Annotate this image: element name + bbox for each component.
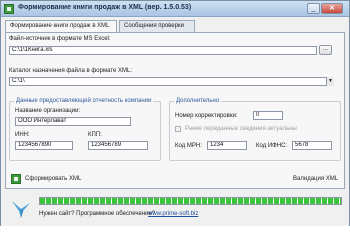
tab-panel: Файл-источник в формате MS Excel: C:\1\1… <box>5 32 345 189</box>
browse-button[interactable]: ... <box>319 45 332 55</box>
site-link[interactable]: www.prime-soft.biz <box>148 211 198 217</box>
app-icon <box>4 4 14 14</box>
correction-number-field[interactable]: 0 <box>253 111 283 120</box>
main-window: Формирование книги продаж в XML (вер. 1.… <box>0 0 350 226</box>
target-folder-combo[interactable]: C:\1\ <box>9 77 334 86</box>
close-button[interactable]: ✕ <box>321 3 343 14</box>
footer: Нужен сайт? Программное обеспечение? www… <box>1 192 349 226</box>
inn-label: ИНН: <box>15 132 30 138</box>
tab-validation-messages[interactable]: Сообщения проверки <box>119 20 195 32</box>
actual-data-checkbox-label: Ранее переданные сведения актуальны <box>185 126 297 132</box>
extra-group-title: Дополнительно <box>174 98 222 104</box>
progress-bar <box>39 197 342 205</box>
bird-logo-icon <box>12 201 30 218</box>
actual-data-checkbox[interactable] <box>175 126 181 132</box>
org-name-field[interactable]: ООО Интерлават <box>15 117 131 126</box>
minimize-button[interactable]: _ <box>307 3 320 14</box>
company-data-group: Данные предоставляющей отчетность компан… <box>9 98 161 161</box>
extra-group: Дополнительно Номер корректировки: 0 Ран… <box>169 98 341 161</box>
mrn-code-label: Код МРН: <box>175 143 202 149</box>
org-name-label: Название организации: <box>15 108 81 114</box>
help-text: Нужен сайт? Программное обеспечение? <box>39 211 156 217</box>
chevron-down-icon[interactable]: ▼ <box>326 77 334 86</box>
mrn-code-field[interactable]: 1234 <box>207 141 247 150</box>
kpp-field[interactable]: 123456789 <box>88 141 148 150</box>
target-folder-label: Каталог назначения файла в формате XML: <box>9 68 132 74</box>
company-group-title: Данные предоставляющей отчетность компан… <box>14 98 154 104</box>
window-title: Формирование книги продаж в XML (вер. 1.… <box>18 4 192 11</box>
validate-xml-link[interactable]: Валидация XML <box>293 176 338 182</box>
source-file-label: Файл-источник в формате MS Excel: <box>9 36 111 42</box>
source-file-field[interactable]: C:\1\1Книга.xls <box>9 46 317 55</box>
generate-xml-button[interactable]: Сформировать XML <box>11 173 91 186</box>
progress-fill <box>40 198 341 204</box>
xml-file-icon <box>11 174 21 184</box>
inn-field[interactable]: 1234567890 <box>15 141 73 150</box>
generate-xml-label: Сформировать XML <box>25 176 82 182</box>
correction-number-label: Номер корректировки: <box>175 113 238 119</box>
ifns-code-label: Код ИФНС: <box>256 143 288 149</box>
ifns-code-field[interactable]: 5678 <box>292 141 332 150</box>
title-bar: Формирование книги продаж в XML (вер. 1.… <box>1 1 349 17</box>
kpp-label: КПП: <box>88 132 102 138</box>
